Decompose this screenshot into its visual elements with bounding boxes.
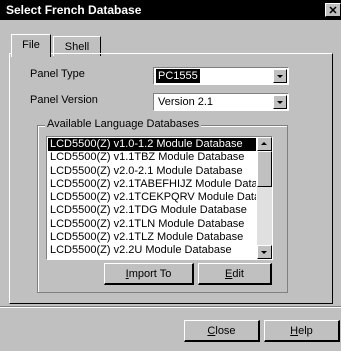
list-item[interactable]: LCD5500(Z) v1.1TBZ Module Database	[48, 151, 256, 164]
edit-label: dit	[232, 268, 244, 280]
close-icon: ✕	[328, 5, 338, 17]
panel-version-label: Panel Version	[30, 94, 98, 106]
list-item[interactable]: LCD5500(Z) v2.2U Module Database	[48, 244, 256, 257]
panel-type-label: Panel Type	[30, 68, 85, 80]
scroll-down-button[interactable]	[257, 245, 272, 259]
bottom-separator	[0, 306, 341, 308]
panel-type-value: PC1555	[156, 69, 200, 83]
list-item[interactable]: LCD5500(Z) v2.1TLZ Module Database	[48, 231, 256, 244]
vertical-scrollbar[interactable]	[257, 137, 272, 259]
title-bar: Select French Database ✕	[0, 0, 341, 20]
panel-version-value: Version 2.1	[158, 96, 214, 108]
close-window-button[interactable]: ✕	[325, 3, 341, 17]
scroll-thumb[interactable]	[257, 151, 272, 187]
list-item[interactable]: LCD5500(Z) v2.1TDG Module Database	[48, 204, 256, 217]
import-to-button[interactable]: Import To	[104, 263, 194, 285]
tab-file-label: File	[22, 39, 40, 51]
tab-file[interactable]: File	[11, 34, 51, 57]
panel-version-select[interactable]: Version 2.1	[153, 93, 289, 111]
language-group-title: Available Language Databases	[45, 118, 202, 131]
language-database-list[interactable]: LCD5500(Z) v1.0-1.2 Module Database LCD55…	[46, 136, 273, 260]
list-item[interactable]: LCD5500(Z) v2.1TLN Module Database	[48, 218, 256, 231]
chevron-down-icon	[277, 75, 283, 78]
help-accel: H	[290, 325, 299, 337]
panel-type-select[interactable]: PC1555	[153, 67, 289, 85]
help-label: elp	[298, 325, 313, 337]
edit-button[interactable]: Edit	[198, 263, 272, 285]
close-label: lose	[215, 325, 236, 337]
help-button[interactable]: Help	[264, 320, 340, 342]
chevron-up-icon	[261, 142, 267, 145]
dropdown-button[interactable]	[273, 95, 287, 109]
list-item[interactable]: LCD5500(Z) v2.0-2.1 Module Database	[48, 165, 256, 178]
list-item[interactable]: LCD5500(Z) v1.0-1.2 Module Database	[48, 138, 256, 152]
scroll-up-button[interactable]	[257, 137, 272, 151]
close-button[interactable]: Close	[184, 320, 260, 342]
chevron-down-icon	[277, 101, 283, 104]
import-to-label: mport To	[128, 268, 172, 280]
dropdown-button[interactable]	[273, 69, 287, 83]
chevron-down-icon	[261, 251, 267, 254]
list-item[interactable]: LCD5500(Z) v2.1TCEKPQRV Module Datal	[48, 191, 256, 204]
list-item[interactable]: LCD5500(Z) v2.1TABEFHIJZ Module Datab	[48, 178, 256, 191]
list-items: LCD5500(Z) v1.0-1.2 Module Database LCD55…	[48, 138, 256, 259]
list-item[interactable]: LCD5500(Z) v2.3 Module Database	[48, 258, 256, 259]
tab-shell-label: Shell	[64, 41, 90, 53]
window-title: Select French Database	[6, 3, 142, 17]
